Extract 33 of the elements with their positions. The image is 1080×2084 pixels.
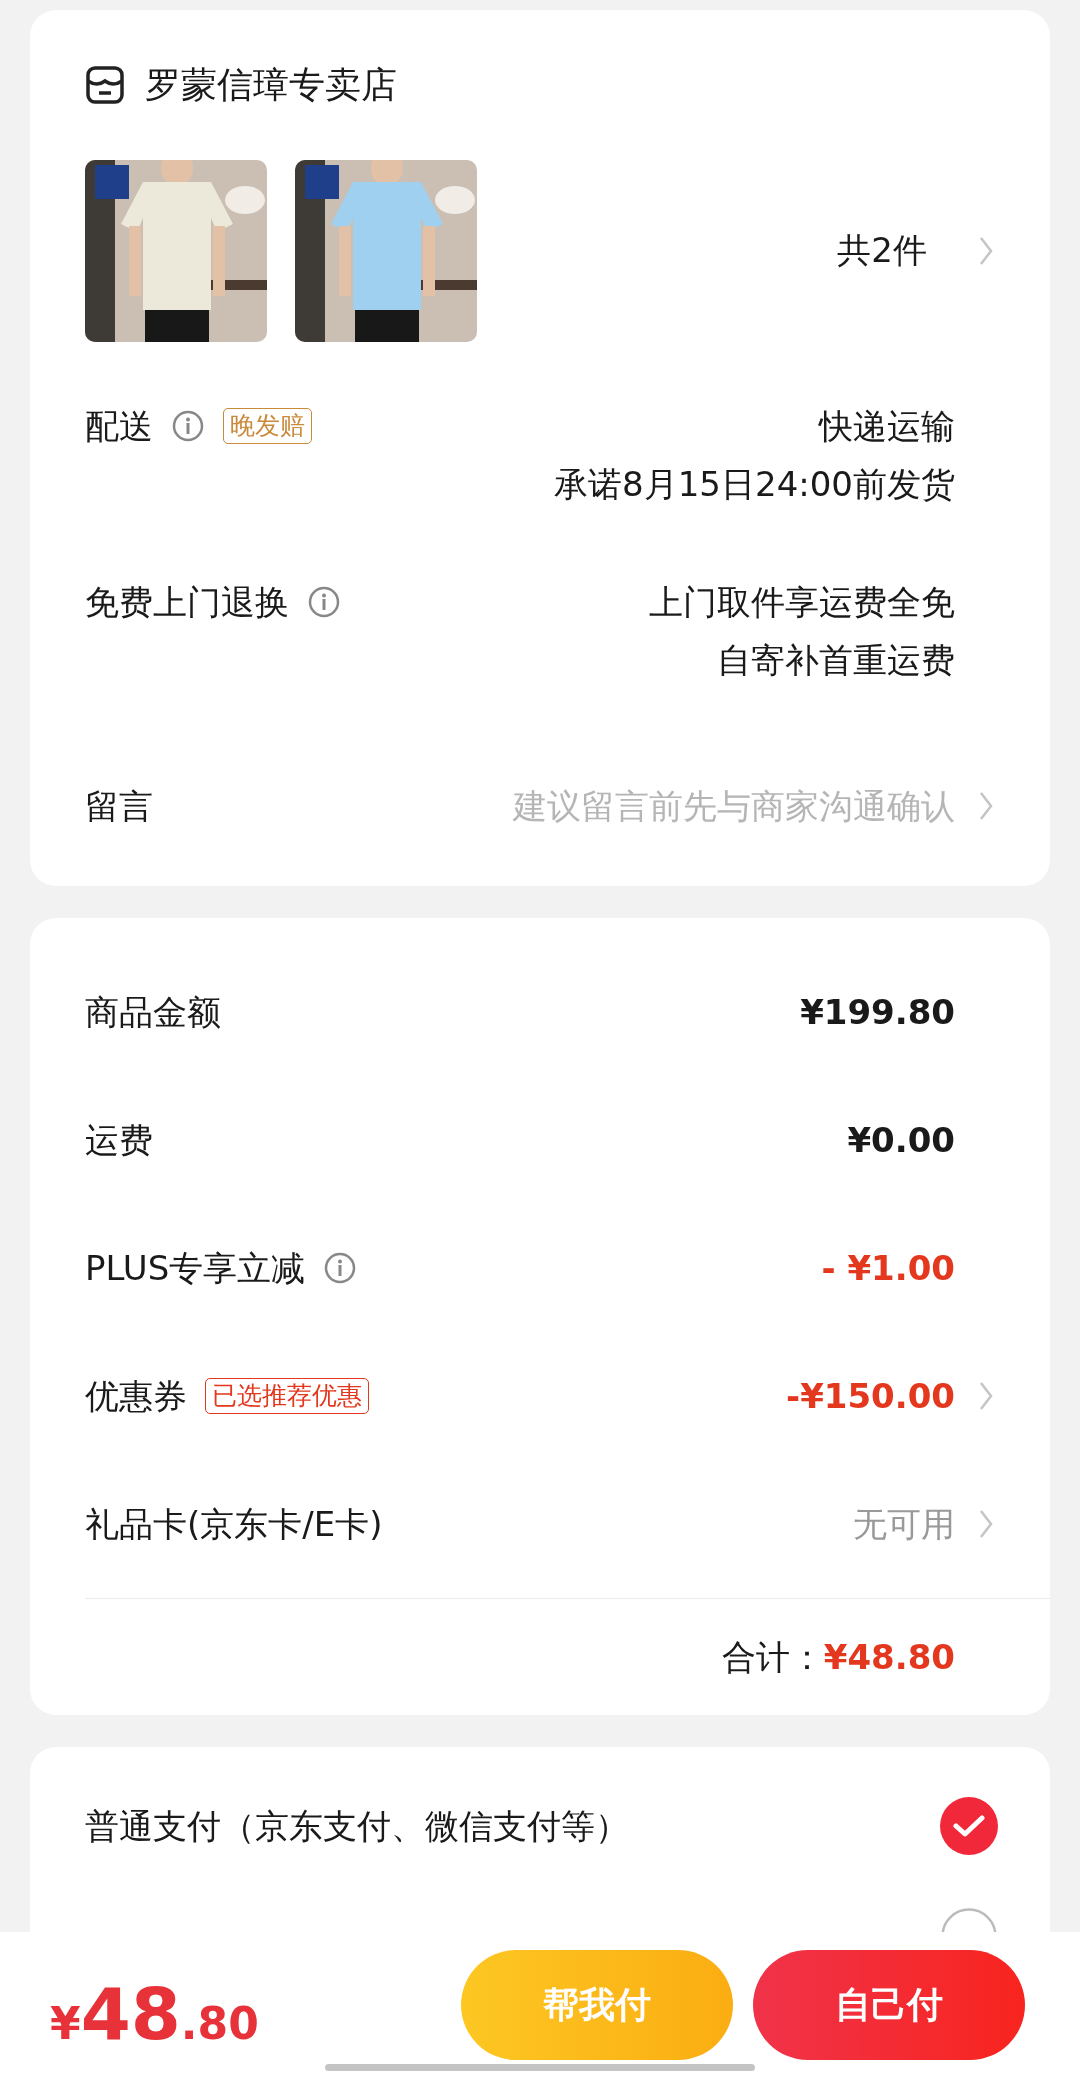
row-value: 快递运输: [819, 405, 955, 448]
late-shipping-badge: 晚发赔: [223, 408, 312, 444]
check-icon: [953, 1814, 985, 1838]
row-value: ¥199.80: [800, 991, 955, 1034]
row-label: PLUS专享立减: [85, 1247, 306, 1290]
row-label: 礼品卡(京东卡/E卡): [85, 1503, 383, 1546]
info-icon[interactable]: [323, 1251, 358, 1285]
info-icon[interactable]: [307, 585, 341, 619]
radio-button[interactable]: [940, 1907, 998, 1933]
total-value: ¥48.80: [823, 1636, 955, 1679]
info-icon[interactable]: [171, 409, 205, 443]
row-label: 配送: [85, 405, 153, 448]
total-price: ¥48.80: [50, 1972, 259, 2056]
item-count[interactable]: 共2件: [837, 228, 927, 274]
row-value: 上门取件享运费全免: [649, 581, 955, 624]
row-label: 优惠券: [85, 1375, 187, 1418]
pay-button[interactable]: 自己付: [753, 1950, 1025, 2060]
store-name[interactable]: 罗蒙信璋专卖店: [145, 60, 397, 110]
coupon-badge: 已选推荐优惠: [205, 1378, 369, 1414]
row-label: 免费上门退换: [85, 581, 289, 624]
row-value: - ¥1.00: [821, 1247, 955, 1290]
row-label: 商品金额: [85, 991, 221, 1034]
row-value[interactable]: 无可用: [853, 1500, 955, 1548]
payment-option[interactable]: 普通支付（京东支付、微信支付等）: [85, 1802, 629, 1850]
row-label: 留言: [85, 785, 153, 828]
checked-radio[interactable]: [940, 1797, 998, 1855]
row-value: 自寄补首重运费: [717, 639, 955, 682]
shop-icon: [85, 65, 125, 105]
total-label: 合计：: [721, 1636, 824, 1679]
row-label: 运费: [85, 1119, 153, 1162]
row-value: ¥0.00: [847, 1119, 955, 1162]
row-value: 承诺8月15日24:00前发货: [554, 463, 955, 506]
row-value[interactable]: -¥150.00: [786, 1372, 955, 1420]
